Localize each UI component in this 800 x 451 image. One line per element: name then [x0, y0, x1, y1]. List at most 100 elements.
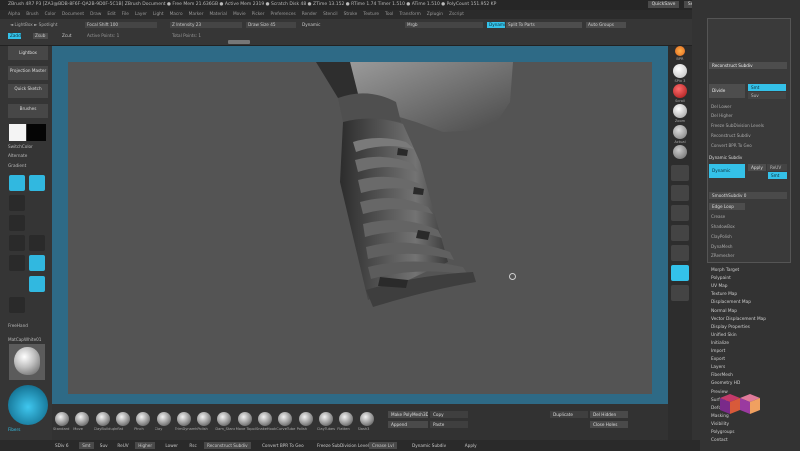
menu-item-edit[interactable]: Edit — [107, 12, 115, 17]
del-hidden-button[interactable]: Del Hidden — [590, 411, 628, 418]
subpalette-display-properties[interactable]: Display Properties — [711, 325, 750, 330]
subpalette-texture-map[interactable]: Texture Map — [711, 292, 737, 297]
secondary-color-swatch[interactable] — [27, 124, 46, 141]
navigation-sphere[interactable] — [8, 385, 48, 425]
quicksave-button[interactable]: QuickSave — [647, 1, 680, 8]
reconstruct-subdiv-button[interactable]: Reconstruct Subdiv — [709, 62, 787, 69]
subpalette-import[interactable]: Import — [711, 349, 725, 354]
subpalette-vector-displacement-map[interactable]: Vector Displacement Map — [711, 317, 766, 322]
freeze-subdiv-button[interactable]: Freeze SubDivision Levels — [711, 123, 764, 128]
brush-polish-icon[interactable] — [297, 410, 315, 428]
zadd-button[interactable]: Zadd — [8, 33, 21, 39]
subpalette-fibermesh[interactable]: FiberMesh — [711, 373, 733, 378]
menu-item-marker[interactable]: Marker — [189, 12, 204, 17]
menu-item-alpha[interactable]: Alpha — [8, 12, 20, 17]
menu-item-brush[interactable]: Brush — [26, 12, 38, 17]
brush-move-topological-icon[interactable] — [236, 410, 254, 428]
projection-master-button[interactable]: Projection Master — [8, 66, 48, 80]
subpalette-export[interactable]: Export — [711, 357, 725, 362]
menu-item-zplugin[interactable]: Zplugin — [427, 12, 443, 17]
brushes-button[interactable]: Brushes — [8, 104, 48, 118]
subpalette-normal-map[interactable]: Normal Map — [711, 309, 737, 314]
subpalette-layers[interactable]: Layers — [711, 365, 725, 370]
viewport-canvas[interactable] — [68, 62, 652, 394]
claypolish-item[interactable]: ClayPolish — [711, 234, 732, 239]
subpalette-contact[interactable]: Contact — [711, 438, 728, 443]
zcut-button[interactable]: Zcut — [60, 33, 73, 39]
qgrid-toggle[interactable]: ReUV — [767, 164, 787, 171]
status-item-smt[interactable]: Smt — [79, 442, 94, 449]
zremesher-item[interactable]: ZRemesher — [711, 253, 734, 258]
brush-dam_standard-icon[interactable] — [215, 410, 233, 428]
brush-claybuildup-icon[interactable] — [94, 410, 112, 428]
dynamic-toggle[interactable]: Dynamic — [300, 22, 322, 28]
primary-color-swatch[interactable] — [9, 124, 26, 141]
floor-button[interactable] — [671, 185, 689, 201]
menu-item-material[interactable]: Material — [209, 12, 226, 17]
status-item-higher[interactable]: Higher — [135, 442, 156, 449]
subpalette-displacement-map[interactable]: Displacement Map — [711, 300, 751, 305]
menu-item-file[interactable]: File — [122, 12, 129, 17]
subpalette-morph-target[interactable]: Morph Target — [711, 268, 739, 273]
zsub-button[interactable]: Zsub — [33, 33, 48, 39]
subpalette-polypaint[interactable]: Polypaint — [711, 276, 731, 281]
smooth-subdiv-slider[interactable]: SmoothSubdiv 0 — [709, 192, 787, 199]
mrgb-icon[interactable] — [29, 255, 45, 271]
rgb-icon[interactable] — [9, 255, 25, 271]
status-item-crease-lvl[interactable]: Crease Lvl — [369, 442, 397, 449]
viewport-scrollbar[interactable] — [228, 40, 250, 44]
draw-size-slider[interactable]: Draw Size 45 — [246, 22, 296, 28]
brush-clay-icon[interactable] — [155, 410, 173, 428]
status-item-rsc[interactable]: Rsc — [186, 442, 199, 449]
focal-shift-slider[interactable]: Focal Shift 100 — [85, 22, 157, 28]
lightbox-button[interactable]: Lightbox — [8, 46, 48, 60]
scale-mode-icon[interactable] — [9, 215, 25, 231]
brush-slash3-icon[interactable] — [358, 410, 376, 428]
status-item-apply[interactable]: Apply — [462, 442, 480, 449]
status-item-lower[interactable]: Lower — [162, 442, 181, 449]
transp-button[interactable] — [671, 285, 689, 301]
status-item-sdiv-6[interactable]: SDiv 6 — [52, 442, 72, 449]
menu-item-movie[interactable]: Movie — [233, 12, 246, 17]
subpalette-polygroups[interactable]: Polygroups — [711, 430, 735, 435]
make-polymesh-button[interactable]: Make PolyMesh3D — [388, 411, 428, 418]
menu-item-stroke[interactable]: Stroke — [344, 12, 358, 17]
copy-button[interactable]: Copy — [430, 411, 468, 418]
brush-inflat-icon[interactable] — [114, 410, 132, 428]
status-item-freeze-subdivision-levels[interactable]: Freeze SubDivision Levels — [314, 442, 374, 449]
brush-pinch-icon[interactable] — [134, 410, 152, 428]
duplicate-button[interactable]: Duplicate — [550, 411, 588, 418]
paste-button[interactable]: Paste — [430, 421, 468, 428]
reconstruct-subdiv-item[interactable]: Reconstruct Subdiv — [711, 133, 751, 138]
status-item-dynamic-subdiv[interactable]: Dynamic Subdiv — [409, 442, 449, 449]
menu-item-preferences[interactable]: Preferences — [270, 12, 295, 17]
subpalette-visibility[interactable]: Visibility — [711, 422, 729, 427]
dynamic-subdiv-header[interactable]: Dynamic Subdiv — [709, 155, 742, 160]
frame-button[interactable] — [671, 225, 689, 241]
brush-snakehook-icon[interactable] — [256, 410, 274, 428]
spix-icon[interactable] — [673, 64, 687, 78]
brush-flatten-icon[interactable] — [337, 410, 355, 428]
menu-item-color[interactable]: Color — [45, 12, 56, 17]
auto-groups-button[interactable]: Auto Groups — [586, 22, 626, 28]
status-item-reuv[interactable]: ReUV — [114, 442, 131, 449]
subpalette-unified-skin[interactable]: Unified Skin — [711, 333, 737, 338]
edit-mode-icon[interactable] — [29, 175, 45, 191]
menu-item-layer[interactable]: Layer — [135, 12, 147, 17]
menu-item-render[interactable]: Render — [302, 12, 317, 17]
menu-item-macro[interactable]: Macro — [170, 12, 183, 17]
menu-item-light[interactable]: Light — [153, 12, 164, 17]
menu-item-transform[interactable]: Transform — [399, 12, 420, 17]
zadd-icon[interactable] — [29, 276, 45, 292]
local-button[interactable] — [671, 205, 689, 221]
lightbox-toggle[interactable]: ◄ LightBox ► Spotlight — [8, 22, 59, 28]
menu-item-stencil[interactable]: Stencil — [323, 12, 338, 17]
menu-item-document[interactable]: Document — [62, 12, 84, 17]
apply-button[interactable]: Apply — [748, 164, 766, 171]
polyf-button[interactable] — [671, 265, 689, 281]
del-higher-button[interactable]: Del Higher — [711, 113, 733, 118]
brush-trimdynamic-icon[interactable] — [175, 410, 193, 428]
persp-button[interactable] — [671, 165, 689, 181]
suv-toggle[interactable]: Suv — [748, 92, 786, 99]
brush-curvetube-icon[interactable] — [276, 410, 294, 428]
